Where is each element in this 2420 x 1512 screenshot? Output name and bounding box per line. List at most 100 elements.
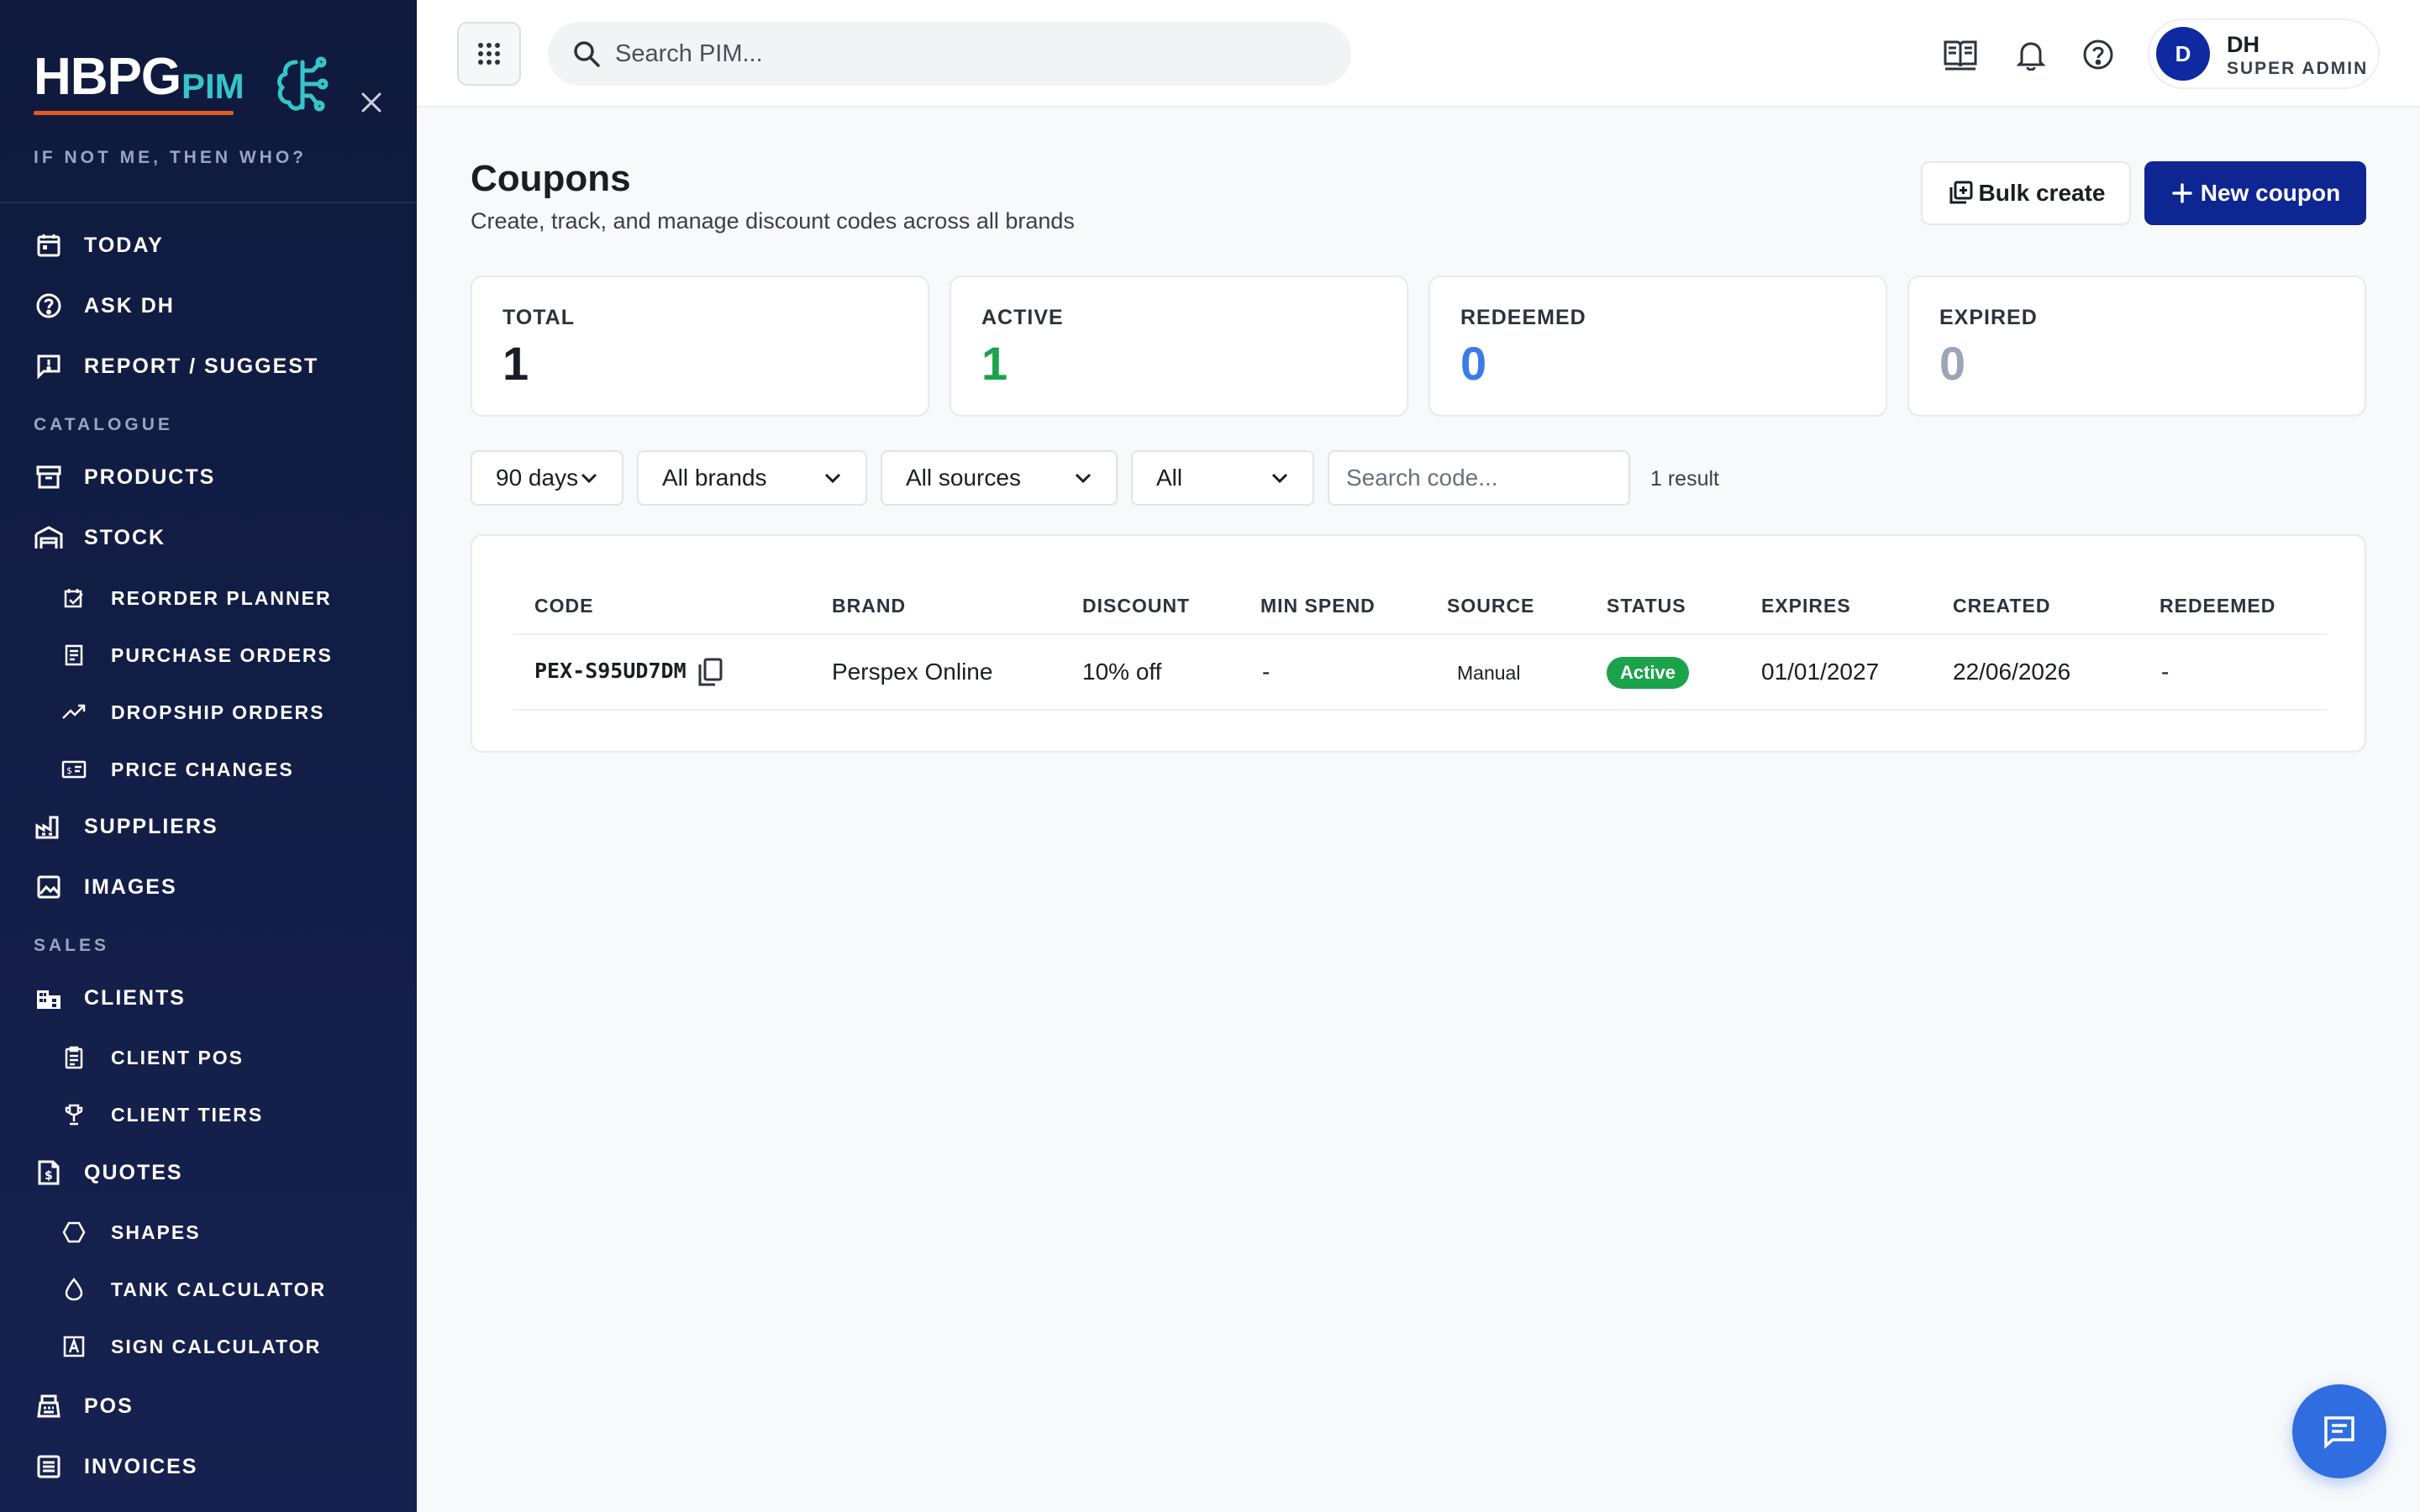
chat-button[interactable]	[2292, 1384, 2386, 1478]
code-search-input[interactable]	[1328, 450, 1630, 506]
trending-icon	[60, 699, 87, 726]
column-header-redeemed[interactable]: REDEEMED	[2160, 595, 2275, 617]
sidebar-item-purchase-orders[interactable]: PURCHASE ORDERS	[0, 630, 417, 680]
library-add-icon	[1949, 181, 1973, 204]
brand-select[interactable]: All brands	[637, 450, 867, 506]
sidebar-item-quotes[interactable]: $ QUOTES	[0, 1147, 417, 1198]
sidebar-item-label: ASK DH	[84, 293, 175, 318]
sidebar-item-images[interactable]: IMAGES	[0, 862, 417, 912]
grid-icon	[478, 43, 500, 65]
status-badge: Active	[1607, 657, 1690, 689]
coupon-discount: 10% off	[1082, 659, 1162, 685]
sidebar-item-report-suggest[interactable]: REPORT / SUGGEST	[0, 341, 417, 391]
result-count: 1 result	[1650, 467, 1719, 491]
bell-icon	[2017, 42, 2045, 71]
new-coupon-button[interactable]: New coupon	[2144, 161, 2366, 225]
sidebar-section-catalogue: CATALOGUE	[34, 415, 173, 434]
sidebar-item-products[interactable]: PRODUCTS	[0, 452, 417, 502]
column-header-min-spend[interactable]: MIN SPEND	[1260, 595, 1376, 617]
image-icon	[34, 872, 64, 902]
trophy-icon	[60, 1101, 87, 1128]
sidebar-item-client-pos[interactable]: CLIENT POS	[0, 1032, 417, 1083]
sidebar-item-label: PURCHASE ORDERS	[111, 643, 333, 666]
sidebar-close-button[interactable]	[356, 87, 387, 118]
avatar: D	[2156, 27, 2210, 81]
price-tag-icon: $	[60, 756, 87, 783]
close-icon	[361, 92, 381, 113]
column-header-expires[interactable]: EXPIRES	[1761, 595, 1851, 617]
notifications-button[interactable]	[2012, 35, 2050, 74]
sidebar-item-dropship-orders[interactable]: DROPSHIP ORDERS	[0, 687, 417, 738]
docs-button[interactable]	[1941, 35, 1980, 74]
copy-code-button[interactable]	[696, 657, 724, 687]
coupon-redeemed: -	[2161, 659, 2170, 685]
brand-underline	[34, 111, 234, 115]
sidebar-item-label: TODAY	[84, 233, 164, 257]
column-header-code[interactable]: CODE	[534, 595, 593, 617]
app-launcher-button[interactable]	[457, 22, 521, 86]
bulk-create-button[interactable]: Bulk create	[1921, 161, 2131, 225]
column-header-source[interactable]: SOURCE	[1447, 595, 1534, 617]
stat-label: TOTAL	[502, 306, 576, 329]
period-select[interactable]: 90 days	[471, 450, 623, 506]
sidebar-item-label: DROPSHIP ORDERS	[111, 701, 325, 723]
drop-icon	[60, 1276, 87, 1303]
coupon-min-spend: -	[1262, 659, 1270, 685]
coupon-source: Manual	[1457, 662, 1521, 684]
sidebar-item-clients[interactable]: CLIENTS	[0, 973, 417, 1023]
sidebar-item-tank-calculator[interactable]: TANK CALCULATOR	[0, 1264, 417, 1315]
help-circle-icon	[2083, 39, 2113, 70]
stat-card-total: TOTAL 1	[471, 276, 929, 417]
sidebar-item-shapes[interactable]: SHAPES	[0, 1207, 417, 1257]
sidebar-item-sign-calculator[interactable]: SIGN CALCULATOR	[0, 1321, 417, 1372]
stat-card-expired: EXPIRED 0	[1907, 276, 2366, 417]
global-search-input[interactable]	[615, 34, 1321, 74]
column-header-brand[interactable]: BRAND	[832, 595, 906, 617]
chevron-down-icon	[581, 473, 597, 484]
sidebar-item-label: PRICE CHANGES	[111, 758, 294, 780]
factory-icon	[34, 811, 64, 842]
chat-icon	[2324, 1416, 2354, 1449]
user-name: DH	[2227, 32, 2260, 57]
source-select[interactable]: All sources	[881, 450, 1118, 506]
sidebar-item-stock[interactable]: STOCK	[0, 512, 417, 563]
source-select-value: All sources	[906, 465, 1021, 491]
help-circle-icon	[34, 291, 64, 321]
sidebar-item-label: TANK CALCULATOR	[111, 1278, 327, 1300]
sidebar-item-price-changes[interactable]: $ PRICE CHANGES	[0, 744, 417, 795]
table-header-divider	[513, 633, 2328, 635]
column-header-status[interactable]: STATUS	[1607, 595, 1686, 617]
coupons-table: CODE BRAND DISCOUNT MIN SPEND SOURCE STA…	[471, 534, 2366, 753]
svg-text:$: $	[66, 765, 72, 776]
sidebar-item-label: SHAPES	[111, 1221, 201, 1243]
column-header-created[interactable]: CREATED	[1953, 595, 2050, 617]
sidebar-item-label: SIGN CALCULATOR	[111, 1335, 322, 1357]
sidebar-item-client-tiers[interactable]: CLIENT TIERS	[0, 1089, 417, 1140]
brand-product: PIM	[182, 66, 245, 106]
user-menu[interactable]: D DH SUPER ADMIN	[2148, 18, 2380, 89]
coupon-brand: Perspex Online	[832, 659, 993, 685]
sidebar-item-label: PRODUCTS	[84, 465, 216, 489]
sidebar-item-invoices[interactable]: INVOICES	[0, 1441, 417, 1492]
sidebar-item-label: REPORT / SUGGEST	[84, 354, 319, 378]
quote-doc-icon: $	[34, 1158, 64, 1188]
brand-logo[interactable]: HBPG PIM	[34, 47, 336, 118]
chevron-down-icon	[1075, 473, 1092, 484]
column-header-discount[interactable]: DISCOUNT	[1082, 595, 1190, 617]
help-button[interactable]	[2079, 35, 2118, 74]
sidebar-item-pos[interactable]: POS	[0, 1381, 417, 1431]
table-row-divider	[513, 709, 2328, 711]
status-select-value: All	[1156, 465, 1183, 491]
stat-label: ACTIVE	[981, 306, 1064, 329]
topbar: D DH SUPER ADMIN	[417, 0, 2420, 108]
stat-card-active: ACTIVE 1	[950, 276, 1408, 417]
sidebar-item-suppliers[interactable]: SUPPLIERS	[0, 801, 417, 852]
sidebar-item-today[interactable]: TODAY	[0, 220, 417, 270]
sidebar-item-label: CLIENT POS	[111, 1046, 245, 1068]
brand-tagline: IF NOT ME, THEN WHO?	[34, 148, 307, 167]
status-select[interactable]: All	[1131, 450, 1314, 506]
stat-value: 0	[1939, 337, 1966, 390]
sidebar-item-ask-dh[interactable]: ASK DH	[0, 281, 417, 331]
warehouse-icon	[34, 522, 64, 553]
sidebar-item-reorder-planner[interactable]: REORDER PLANNER	[0, 573, 417, 623]
